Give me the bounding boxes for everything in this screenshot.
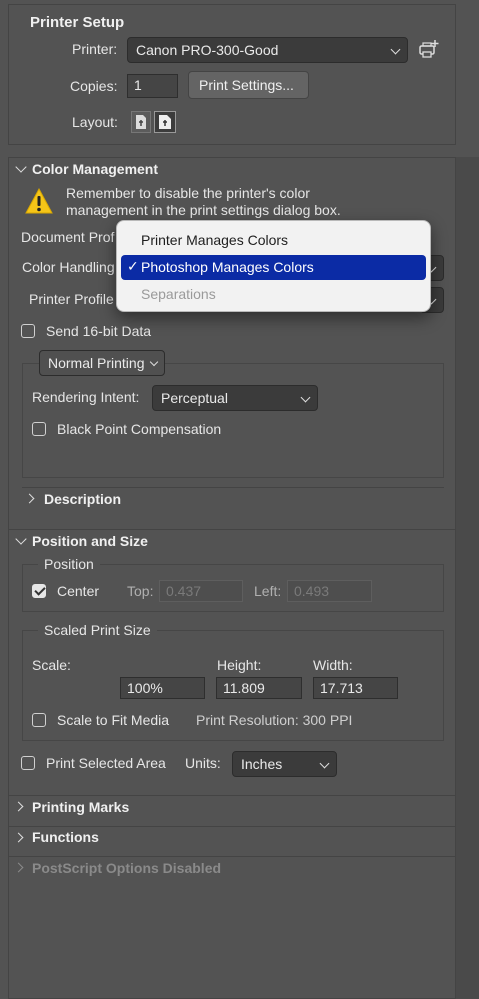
divider — [9, 856, 455, 857]
chevron-down-icon — [390, 44, 401, 55]
landscape-layout-icon[interactable] — [154, 111, 176, 133]
warning-text-line1: Remember to disable the printer's color — [66, 185, 310, 201]
print-settings-button[interactable]: Print Settings... — [188, 71, 309, 99]
divider — [9, 795, 455, 796]
send-16bit-label: Send 16-bit Data — [46, 323, 152, 339]
scale-to-fit-checkbox[interactable] — [32, 713, 46, 727]
scrollbar-track[interactable] — [456, 157, 479, 999]
position-label: Position — [38, 556, 100, 572]
height-label: Height: — [217, 657, 262, 673]
rendering-intent-value: Perceptual — [161, 390, 228, 406]
description-toggle[interactable]: Description — [44, 491, 121, 507]
center-checkbox[interactable] — [32, 584, 46, 598]
color-handling-label: Color Handling — [22, 259, 115, 275]
color-handling-menu: Printer Manages Colors ✓ Photoshop Manag… — [116, 220, 431, 312]
black-point-checkbox[interactable] — [32, 422, 46, 436]
chevron-down-icon — [149, 357, 159, 367]
copies-input[interactable]: 1 — [127, 74, 178, 98]
scale-to-fit-label: Scale to Fit Media — [57, 712, 170, 728]
left-label: Left: — [254, 583, 282, 599]
menu-item-printer-manages[interactable]: Printer Manages Colors — [121, 228, 426, 253]
printer-select[interactable]: Canon PRO-300-Good — [127, 37, 408, 63]
portrait-layout-icon[interactable] — [131, 111, 151, 133]
chevron-down-icon — [319, 758, 330, 769]
position-size-title[interactable]: Position and Size — [32, 533, 148, 549]
copies-label: Copies: — [70, 78, 118, 94]
menu-item-photoshop-manages[interactable]: ✓ Photoshop Manages Colors — [121, 255, 426, 280]
layout-label: Layout: — [72, 114, 118, 130]
height-input[interactable]: 11.809 — [216, 677, 302, 699]
functions-toggle[interactable]: Functions — [32, 829, 99, 845]
checkmark-icon: ✓ — [127, 258, 139, 274]
printing-marks-toggle[interactable]: Printing Marks — [32, 799, 129, 815]
width-label: Width: — [313, 657, 353, 673]
printer-setup-title: Printer Setup — [30, 14, 125, 31]
send-16bit-checkbox[interactable] — [21, 324, 35, 338]
units-value: Inches — [241, 756, 283, 772]
units-select[interactable]: Inches — [232, 751, 337, 777]
warning-text-line2: management in the print settings dialog … — [66, 202, 341, 218]
print-resolution-text: Print Resolution: 300 PPI — [196, 712, 353, 728]
printer-select-value: Canon PRO-300-Good — [136, 42, 279, 58]
scaled-print-size-label: Scaled Print Size — [38, 622, 157, 638]
add-printer-icon[interactable] — [418, 39, 440, 59]
printer-profile-label: Printer Profile — [29, 291, 114, 307]
divider — [9, 529, 455, 530]
chevron-down-icon — [300, 392, 311, 403]
warning-icon — [24, 187, 54, 215]
print-selected-area-checkbox[interactable] — [21, 756, 35, 770]
divider — [22, 487, 444, 488]
top-label: Top: — [127, 583, 154, 599]
units-label: Units: — [185, 755, 221, 771]
rendering-intent-select[interactable]: Perceptual — [152, 385, 318, 411]
printer-label: Printer: — [72, 41, 118, 57]
document-profile-label: Document Prof — [21, 229, 115, 245]
top-input[interactable]: 0.437 — [159, 580, 243, 602]
postscript-options-label: PostScript Options Disabled — [32, 860, 222, 876]
menu-item-label: Printer Manages Colors — [141, 232, 289, 248]
color-management-title[interactable]: Color Management — [32, 161, 158, 177]
menu-item-label: Photoshop Manages Colors — [141, 259, 314, 275]
menu-item-label: Separations — [141, 286, 216, 302]
scale-input[interactable]: 100% — [120, 677, 205, 699]
black-point-label: Black Point Compensation — [57, 421, 222, 437]
width-input[interactable]: 17.713 — [313, 677, 398, 699]
rendering-intent-label: Rendering Intent: — [32, 389, 140, 405]
print-selected-area-label: Print Selected Area — [46, 755, 166, 771]
center-label: Center — [57, 583, 100, 599]
normal-printing-value: Normal Printing — [48, 355, 145, 371]
normal-printing-select[interactable]: Normal Printing — [39, 350, 165, 376]
scale-label: Scale: — [32, 657, 71, 673]
menu-item-separations: Separations — [121, 282, 426, 307]
divider — [9, 826, 455, 827]
left-input[interactable]: 0.493 — [287, 580, 372, 602]
